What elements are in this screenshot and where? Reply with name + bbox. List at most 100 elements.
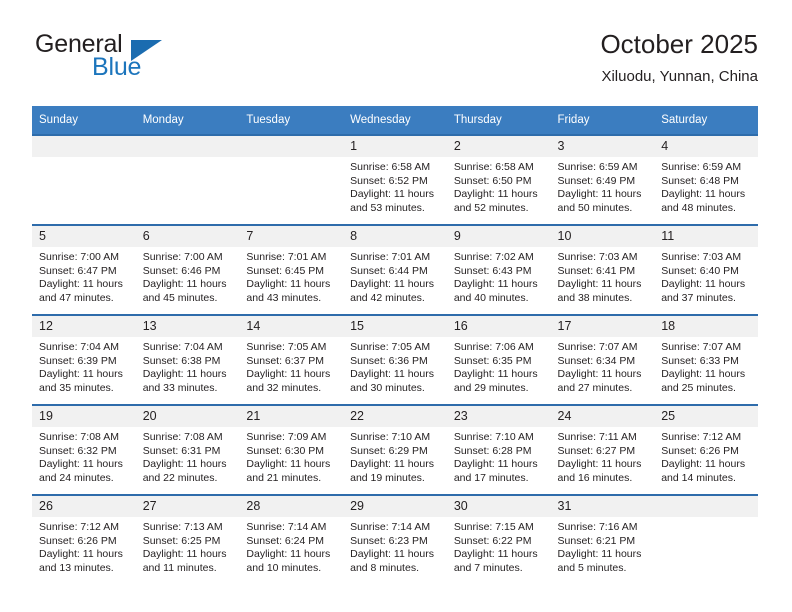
- day-number: 2: [446, 136, 551, 157]
- sunset-time: Sunset: 6:29 PM: [350, 444, 428, 457]
- day-details: Sunrise: 7:05 AM Sunset: 6:37 PM Daylight:…: [239, 337, 343, 395]
- calendar-day-cell[interactable]: 24 Sunrise: 7:11 AM Sunset: 6:27 PM Dayligh…: [550, 404, 655, 495]
- calendar-day-cell-empty: [32, 134, 136, 225]
- calendar-day-cell[interactable]: 16 Sunrise: 7:06 AM Sunset: 6:35 PM Dayligh…: [446, 314, 551, 405]
- daylight-duration-line1: Daylight: 11 hours: [661, 188, 746, 201]
- sunrise-time: Sunrise: 7:15 AM: [453, 521, 534, 533]
- daylight-duration-line1: Daylight: 11 hours: [453, 278, 538, 291]
- calendar-day-cell[interactable]: 18 Sunrise: 7:07 AM Sunset: 6:33 PM Dayligh…: [654, 314, 758, 405]
- sunset-time: Sunset: 6:27 PM: [557, 444, 636, 457]
- calendar-day-cell[interactable]: 23 Sunrise: 7:10 AM Sunset: 6:28 PM Dayligh…: [446, 404, 551, 495]
- weekday-header-tuesday: Tuesday: [239, 106, 344, 135]
- day-details: Sunrise: 7:08 AM Sunset: 6:32 PM Daylight:…: [32, 427, 136, 485]
- calendar-day-cell[interactable]: 10 Sunrise: 7:03 AM Sunset: 6:41 PM Dayligh…: [550, 224, 655, 315]
- day-details: Sunrise: 7:10 AM Sunset: 6:29 PM Daylight:…: [343, 427, 447, 485]
- calendar-day-cell[interactable]: 30 Sunrise: 7:15 AM Sunset: 6:22 PM Dayligh…: [446, 494, 551, 584]
- weekday-header-row: Sunday Monday Tuesday Wednesday Thursday Frid…: [32, 106, 758, 135]
- calendar-day-cell[interactable]: 15 Sunrise: 7:05 AM Sunset: 6:36 PM Dayligh…: [343, 314, 447, 405]
- calendar-day-cell[interactable]: 2 Sunrise: 6:58 AM Sunset: 6:50 PM Daylight…: [446, 134, 551, 225]
- daylight-duration-line2: and 22 minutes.: [142, 471, 218, 484]
- daylight-duration-line2: and 19 minutes.: [350, 471, 425, 484]
- sunset-time: Sunset: 6:33 PM: [661, 354, 739, 367]
- calendar-day-cell[interactable]: 22 Sunrise: 7:10 AM Sunset: 6:29 PM Dayligh…: [343, 404, 447, 495]
- calendar-week-row: 26 Sunrise: 7:12 AM Sunset: 6:26 PM Dayligh…: [32, 494, 758, 584]
- sunrise-time: Sunrise: 6:59 AM: [661, 161, 742, 173]
- sunrise-sunset-calendar: Sunday Monday Tuesday Wednesday Thursday Frid…: [32, 106, 758, 584]
- day-number: [654, 496, 758, 517]
- calendar-day-cell[interactable]: 13 Sunrise: 7:04 AM Sunset: 6:38 PM Dayligh…: [135, 314, 240, 405]
- daylight-duration-line1: Daylight: 11 hours: [39, 368, 123, 381]
- daylight-duration-line2: and 43 minutes.: [246, 291, 322, 304]
- sunrise-time: Sunrise: 7:12 AM: [661, 431, 742, 443]
- calendar-day-cell[interactable]: 25 Sunrise: 7:12 AM Sunset: 6:26 PM Dayligh…: [654, 404, 758, 495]
- daylight-duration-line2: and 25 minutes.: [661, 381, 736, 394]
- calendar-day-cell[interactable]: 28 Sunrise: 7:14 AM Sunset: 6:24 PM Dayligh…: [239, 494, 344, 584]
- daylight-duration-line1: Daylight: 11 hours: [350, 458, 434, 471]
- calendar-day-cell[interactable]: 6 Sunrise: 7:00 AM Sunset: 6:46 PM Daylight…: [135, 224, 240, 315]
- daylight-duration-line2: and 47 minutes.: [39, 291, 114, 304]
- day-number: 15: [343, 316, 447, 337]
- daylight-duration-line2: and 17 minutes.: [453, 471, 529, 484]
- weekday-header-saturday: Saturday: [654, 106, 758, 135]
- daylight-duration-line2: and 38 minutes.: [557, 291, 633, 304]
- sunrise-time: Sunrise: 6:59 AM: [557, 161, 638, 173]
- day-number: 24: [550, 406, 655, 427]
- calendar-day-cell[interactable]: 26 Sunrise: 7:12 AM Sunset: 6:26 PM Dayligh…: [32, 494, 136, 584]
- sunset-time: Sunset: 6:23 PM: [350, 534, 428, 547]
- sunset-time: Sunset: 6:46 PM: [142, 264, 221, 277]
- calendar-day-cell[interactable]: 9 Sunrise: 7:02 AM Sunset: 6:43 PM Daylight…: [446, 224, 551, 315]
- sunset-time: Sunset: 6:40 PM: [661, 264, 739, 277]
- calendar-day-cell[interactable]: 7 Sunrise: 7:01 AM Sunset: 6:45 PM Daylight…: [239, 224, 344, 315]
- calendar-day-cell[interactable]: 19 Sunrise: 7:08 AM Sunset: 6:32 PM Dayligh…: [32, 404, 136, 495]
- sunrise-time: Sunrise: 7:00 AM: [39, 251, 119, 263]
- daylight-duration-line1: Daylight: 11 hours: [39, 548, 123, 561]
- sunrise-time: Sunrise: 7:07 AM: [557, 341, 638, 353]
- day-number: 27: [135, 496, 240, 517]
- calendar-day-cell[interactable]: 12 Sunrise: 7:04 AM Sunset: 6:39 PM Dayligh…: [32, 314, 136, 405]
- day-details: Sunrise: 7:11 AM Sunset: 6:27 PM Daylight:…: [551, 427, 655, 485]
- calendar-day-cell[interactable]: 29 Sunrise: 7:14 AM Sunset: 6:23 PM Dayligh…: [343, 494, 447, 584]
- daylight-duration-line2: and 48 minutes.: [661, 201, 736, 214]
- sunset-time: Sunset: 6:35 PM: [453, 354, 532, 367]
- calendar-day-cell[interactable]: 5 Sunrise: 7:00 AM Sunset: 6:47 PM Daylight…: [32, 224, 136, 315]
- day-number: 14: [239, 316, 344, 337]
- daylight-duration-line1: Daylight: 11 hours: [661, 458, 746, 471]
- day-details: Sunrise: 7:04 AM Sunset: 6:38 PM Daylight:…: [136, 337, 240, 395]
- sunset-time: Sunset: 6:21 PM: [557, 534, 636, 547]
- calendar-day-cell[interactable]: 21 Sunrise: 7:09 AM Sunset: 6:30 PM Dayligh…: [239, 404, 344, 495]
- daylight-duration-line1: Daylight: 11 hours: [246, 368, 331, 381]
- sunset-time: Sunset: 6:32 PM: [39, 444, 117, 457]
- calendar-day-cell[interactable]: 31 Sunrise: 7:16 AM Sunset: 6:21 PM Dayligh…: [550, 494, 655, 584]
- day-number: [32, 136, 136, 157]
- calendar-day-cell[interactable]: 17 Sunrise: 7:07 AM Sunset: 6:34 PM Dayligh…: [550, 314, 655, 405]
- day-details: Sunrise: 7:12 AM Sunset: 6:26 PM Daylight:…: [654, 427, 758, 485]
- calendar-day-cell[interactable]: 4 Sunrise: 6:59 AM Sunset: 6:48 PM Daylight…: [654, 134, 758, 225]
- daylight-duration-line2: and 14 minutes.: [661, 471, 736, 484]
- sunset-time: Sunset: 6:25 PM: [142, 534, 221, 547]
- day-number: 9: [446, 226, 551, 247]
- day-number: 30: [446, 496, 551, 517]
- sunrise-time: Sunrise: 7:07 AM: [661, 341, 742, 353]
- day-details: Sunrise: 7:14 AM Sunset: 6:24 PM Daylight:…: [239, 517, 343, 575]
- day-number: 4: [654, 136, 758, 157]
- calendar-day-cell[interactable]: 11 Sunrise: 7:03 AM Sunset: 6:40 PM Dayligh…: [654, 224, 758, 315]
- calendar-day-cell[interactable]: 20 Sunrise: 7:08 AM Sunset: 6:31 PM Dayligh…: [135, 404, 240, 495]
- day-details: Sunrise: 7:00 AM Sunset: 6:47 PM Daylight:…: [32, 247, 136, 305]
- calendar-day-cell[interactable]: 8 Sunrise: 7:01 AM Sunset: 6:44 PM Daylight…: [343, 224, 447, 315]
- title-block: October 2025 Xiluodu, Yunnan, China: [600, 28, 758, 88]
- calendar-day-cell[interactable]: 1 Sunrise: 6:58 AM Sunset: 6:52 PM Daylight…: [343, 134, 447, 225]
- day-number: 16: [446, 316, 551, 337]
- day-details: Sunrise: 7:05 AM Sunset: 6:36 PM Daylight:…: [343, 337, 447, 395]
- daylight-duration-line1: Daylight: 11 hours: [350, 368, 434, 381]
- page-header: General Blue October 2025 Xiluodu, Yunna…: [32, 28, 758, 100]
- weekday-header-wednesday: Wednesday: [343, 106, 447, 135]
- day-number: 3: [550, 136, 655, 157]
- calendar-day-cell[interactable]: 27 Sunrise: 7:13 AM Sunset: 6:25 PM Dayligh…: [135, 494, 240, 584]
- calendar-day-cell-empty: [239, 134, 344, 225]
- day-number: 17: [550, 316, 655, 337]
- daylight-duration-line2: and 11 minutes.: [142, 561, 217, 574]
- calendar-day-cell[interactable]: 3 Sunrise: 6:59 AM Sunset: 6:49 PM Daylight…: [550, 134, 655, 225]
- calendar-week-row: 1 Sunrise: 6:58 AM Sunset: 6:52 PM Daylight…: [32, 134, 758, 225]
- calendar-day-cell[interactable]: 14 Sunrise: 7:05 AM Sunset: 6:37 PM Dayligh…: [239, 314, 344, 405]
- sunrise-time: Sunrise: 6:58 AM: [453, 161, 534, 173]
